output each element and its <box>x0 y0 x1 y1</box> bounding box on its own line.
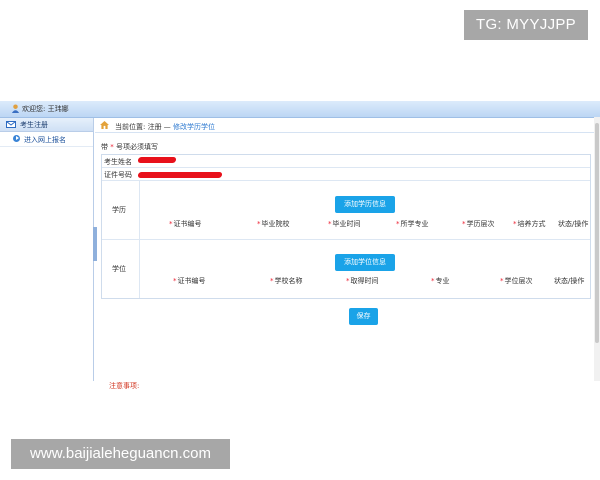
sidebar: 考生注册 进入网上报名 <box>0 118 94 381</box>
required-note: 带 * 号项必须填写 <box>101 142 158 152</box>
required-note-suffix: 号项必须填写 <box>113 143 158 151</box>
deg-col-level: *学位层次 <box>500 277 533 285</box>
edu-col-study-mode: *培养方式 <box>513 220 546 228</box>
edu-col-status: 状态/操作 <box>558 220 589 228</box>
deg-col-major: *专业 <box>431 277 450 285</box>
redacted-name <box>137 157 177 163</box>
home-icon <box>100 121 109 129</box>
edu-col-cert-number: *证书编号 <box>169 220 202 228</box>
sidebar-header-label: 考生注册 <box>20 121 48 129</box>
user-icon <box>11 104 20 113</box>
add-degree-button[interactable]: 添加学位信息 <box>335 254 395 271</box>
deg-col-date: *取得时间 <box>346 277 379 285</box>
deg-col-status: 状态/操作 <box>554 277 585 285</box>
sidebar-item-online-registration[interactable]: 进入网上报名 <box>0 132 93 147</box>
id-label: 证件号码 <box>104 171 132 179</box>
breadcrumb-text: 当前位置: 注册 — 修改学历学位 <box>115 122 215 132</box>
top-bar: 欢迎您: 王玮娜 <box>0 101 600 118</box>
sidebar-header[interactable]: 考生注册 <box>0 118 93 132</box>
name-row: 考生姓名 <box>102 155 590 168</box>
edu-col-grad-date: *毕业时间 <box>328 220 361 228</box>
edu-col-school: *毕业院校 <box>257 220 290 228</box>
registration-form-table: 考生姓名 证件号码 学历 添加学历信息 *证书编号 *毕业院校 *毕业时间 *所… <box>101 154 591 299</box>
id-row: 证件号码 <box>102 168 590 181</box>
degree-section: 学位 添加学位信息 *证书编号 *学校名称 *取得时间 *专业 *学位层次 状态… <box>102 240 590 298</box>
name-label: 考生姓名 <box>104 158 132 166</box>
breadcrumb-prefix: 当前位置: 注册 — <box>115 123 174 131</box>
breadcrumb-current[interactable]: 修改学历学位 <box>173 123 215 131</box>
degree-label: 学位 <box>112 265 126 273</box>
required-note-prefix: 带 <box>101 143 111 151</box>
arrow-circle-icon <box>13 135 20 142</box>
deg-col-school-name: *学校名称 <box>270 277 303 285</box>
breadcrumb: 当前位置: 注册 — 修改学历学位 <box>95 118 600 133</box>
app-window: 欢迎您: 王玮娜 考生注册 进入网上报名 当前位置: 注册 — 修改学历学位 带… <box>0 101 600 390</box>
sidebar-item-label: 进入网上报名 <box>24 136 66 144</box>
add-education-button[interactable]: 添加学历信息 <box>335 196 395 213</box>
deg-col-cert-number: *证书编号 <box>173 277 206 285</box>
vertical-scrollbar[interactable] <box>594 117 600 381</box>
redacted-id <box>137 172 223 178</box>
edu-col-level: *学历层次 <box>462 220 495 228</box>
save-button[interactable]: 保存 <box>349 308 378 325</box>
education-section: 学历 添加学历信息 *证书编号 *毕业院校 *毕业时间 *所学专业 *学历层次 … <box>102 181 590 240</box>
main-content: 当前位置: 注册 — 修改学历学位 带 * 号项必须填写 考生姓名 证件号码 学… <box>95 118 600 390</box>
envelope-icon <box>6 121 16 128</box>
watermark-top: TG: MYYJJPP <box>464 10 588 40</box>
education-label: 学历 <box>112 206 126 214</box>
welcome-text: 欢迎您: 王玮娜 <box>22 105 69 113</box>
edu-col-major: *所学专业 <box>396 220 429 228</box>
scrollbar-thumb[interactable] <box>595 123 599 343</box>
notice-heading: 注意事项: <box>109 382 140 390</box>
watermark-bottom: www.baijialeheguancn.com <box>11 439 230 469</box>
